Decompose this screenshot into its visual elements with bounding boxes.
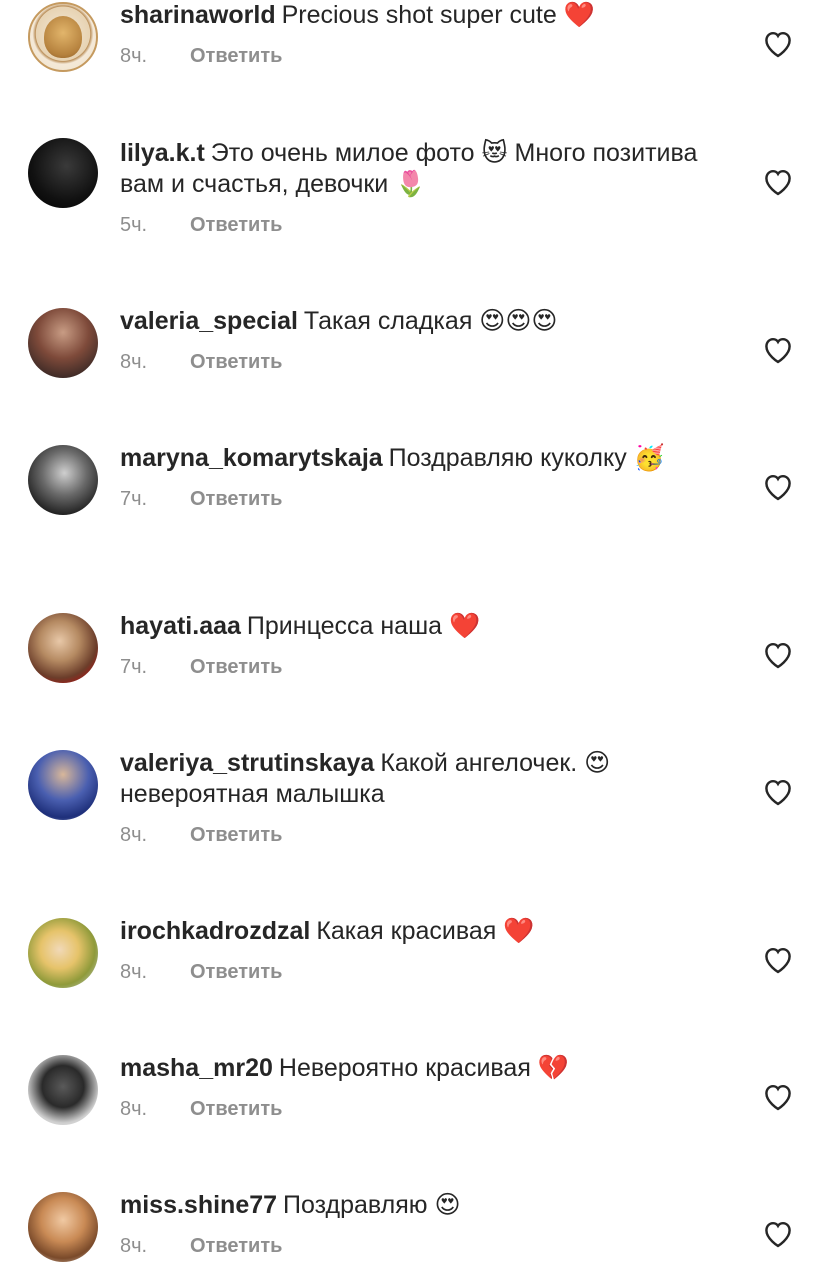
comment-text: valeria_special Такая сладкая 😍😍😍 <box>120 306 740 337</box>
comment-meta: 8ч. Ответить <box>120 351 740 374</box>
avatar[interactable] <box>28 308 98 378</box>
avatar[interactable] <box>28 918 98 988</box>
comment-text: masha_mr20 Невероятно красивая 💔 <box>120 1053 740 1084</box>
avatar[interactable] <box>28 2 98 72</box>
username[interactable]: maryna_komarytskaja <box>120 444 383 472</box>
heart-outline-icon <box>765 642 791 669</box>
timestamp: 8ч. <box>120 351 148 373</box>
comment-body: Невероятно красивая 💔 <box>278 1054 569 1082</box>
username[interactable]: masha_mr20 <box>120 1054 273 1082</box>
reply-button[interactable]: Ответить <box>190 351 282 374</box>
like-button[interactable] <box>761 1218 795 1248</box>
comment-body: Принцесса наша ❤️ <box>246 612 481 640</box>
username[interactable]: miss.shine77 <box>120 1191 277 1219</box>
reply-button[interactable]: Ответить <box>190 824 282 847</box>
heart-outline-icon <box>765 337 791 364</box>
reply-button[interactable]: Ответить <box>190 1098 282 1121</box>
comment-text: lilya.k.t Это очень милое фото 😻 Много по… <box>120 138 740 200</box>
heart-outline-icon <box>765 1221 791 1248</box>
comment-text: maryna_komarytskaja Поздравляю куколку 🥳 <box>120 443 740 474</box>
timestamp: 8ч. <box>120 1235 148 1257</box>
comment-text: valeriya_strutinskaya Какой ангелочек. 😍 … <box>120 748 740 810</box>
logo-icon <box>44 16 82 58</box>
comment-meta: 8ч. Ответить <box>120 45 740 68</box>
comment-meta: 7ч. Ответить <box>120 488 740 511</box>
comment-meta: 8ч. Ответить <box>120 1098 740 1121</box>
timestamp: 8ч. <box>120 1098 148 1120</box>
comment-body: Поздравляю куколку 🥳 <box>388 444 665 472</box>
username[interactable]: valeria_special <box>120 307 298 335</box>
comment-body: Это очень милое фото 😻 Много позитива ва… <box>120 139 698 198</box>
like-button[interactable] <box>761 471 795 501</box>
avatar[interactable] <box>28 138 98 208</box>
like-button[interactable] <box>761 166 795 196</box>
comment-body: Какая красивая ❤️ <box>316 917 535 945</box>
comment-text: irochkadrozdzal Какая красивая ❤️ <box>120 916 740 947</box>
comment-body: Поздравляю 😍 <box>283 1191 461 1219</box>
comment-text: hayati.aaa Принцесса наша ❤️ <box>120 611 740 642</box>
avatar[interactable] <box>28 750 98 820</box>
username[interactable]: irochkadrozdzal <box>120 917 310 945</box>
reply-button[interactable]: Ответить <box>190 45 282 68</box>
username[interactable]: sharinaworld <box>120 1 276 29</box>
heart-outline-icon <box>765 31 791 58</box>
comment-meta: 7ч. Ответить <box>120 656 740 679</box>
comment-text: miss.shine77 Поздравляю 😍 <box>120 1190 740 1221</box>
like-button[interactable] <box>761 1081 795 1111</box>
timestamp: 8ч. <box>120 961 148 983</box>
comment-meta: 8ч. Ответить <box>120 824 740 847</box>
avatar[interactable] <box>28 1055 98 1125</box>
comment-body: Такая сладкая 😍😍😍 <box>303 307 558 335</box>
avatar[interactable] <box>28 613 98 683</box>
avatar[interactable] <box>28 1192 98 1262</box>
comment-meta: 8ч. Ответить <box>120 1235 740 1258</box>
heart-outline-icon <box>765 947 791 974</box>
like-button[interactable] <box>761 776 795 806</box>
heart-outline-icon <box>765 169 791 196</box>
comment-body: Precious shot super cute ❤️ <box>281 1 595 29</box>
comment-meta: 5ч. Ответить <box>120 214 740 237</box>
timestamp: 7ч. <box>120 656 148 678</box>
timestamp: 8ч. <box>120 824 148 846</box>
reply-button[interactable]: Ответить <box>190 1235 282 1258</box>
heart-outline-icon <box>765 1084 791 1111</box>
reply-button[interactable]: Ответить <box>190 961 282 984</box>
like-button[interactable] <box>761 944 795 974</box>
heart-outline-icon <box>765 474 791 501</box>
timestamp: 7ч. <box>120 488 148 510</box>
username[interactable]: lilya.k.t <box>120 139 205 167</box>
heart-outline-icon <box>765 779 791 806</box>
reply-button[interactable]: Ответить <box>190 656 282 679</box>
timestamp: 5ч. <box>120 214 148 236</box>
comment-text: sharinaworld Precious shot super cute ❤️ <box>120 0 740 31</box>
reply-button[interactable]: Ответить <box>190 488 282 511</box>
comments-list: sharinaworld Precious shot super cute ❤️ … <box>0 0 837 1280</box>
comment-meta: 8ч. Ответить <box>120 961 740 984</box>
reply-button[interactable]: Ответить <box>190 214 282 237</box>
avatar[interactable] <box>28 445 98 515</box>
username[interactable]: hayati.aaa <box>120 612 241 640</box>
timestamp: 8ч. <box>120 45 148 67</box>
like-button[interactable] <box>761 334 795 364</box>
username[interactable]: valeriya_strutinskaya <box>120 749 374 777</box>
like-button[interactable] <box>761 28 795 58</box>
like-button[interactable] <box>761 639 795 669</box>
